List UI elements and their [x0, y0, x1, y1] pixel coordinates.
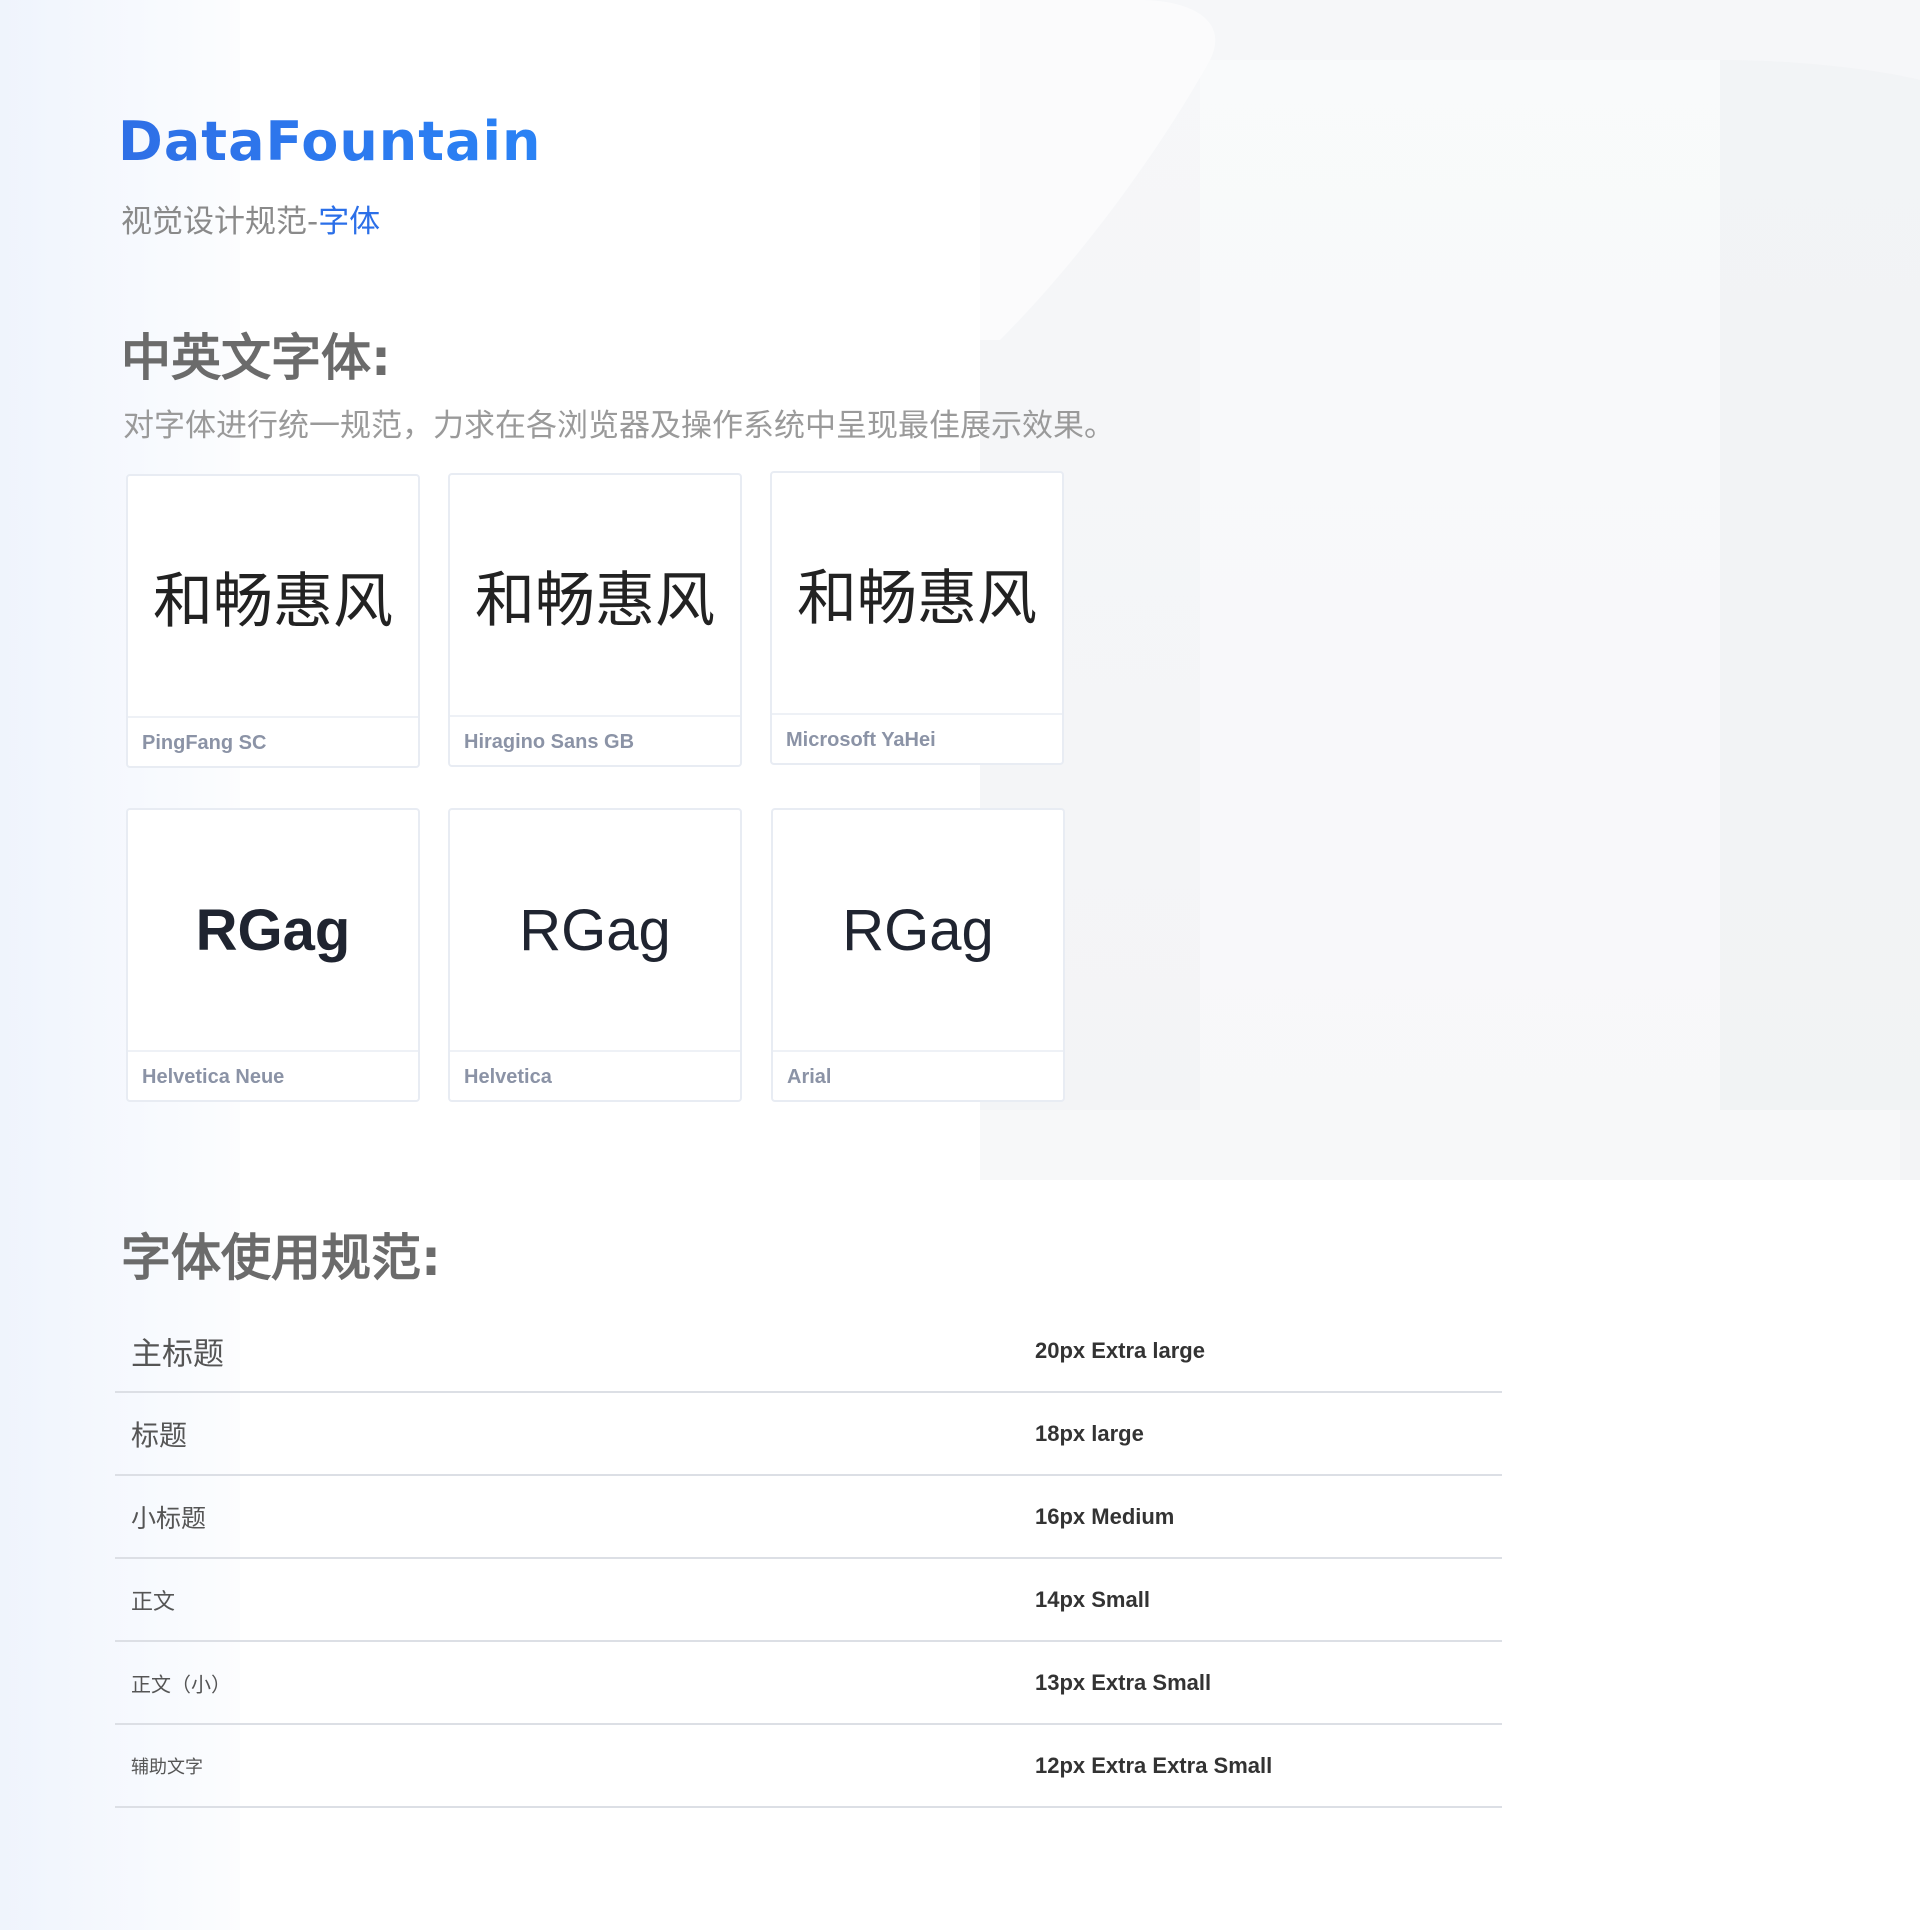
card-divider: [772, 713, 1062, 715]
table-row: 小标题 16px Medium: [115, 1476, 1502, 1559]
usage-size: 18px large: [1035, 1420, 1144, 1446]
card-divider: [128, 716, 418, 718]
font-sample: 和畅惠风: [475, 565, 715, 636]
table-row: 辅助文字 12px Extra Extra Small: [115, 1725, 1502, 1808]
table-row: 主标题 20px Extra large: [115, 1310, 1502, 1393]
fonts-section-description: 对字体进行统一规范，力求在各浏览器及操作系统中呈现最佳展示效果。: [123, 408, 1115, 444]
table-row: 正文 14px Small: [115, 1559, 1502, 1642]
usage-label: 主标题: [131, 1336, 224, 1372]
font-sample: 和畅惠风: [797, 563, 1037, 634]
font-card-yahei: 和畅惠风 Microsoft YaHei: [770, 471, 1064, 765]
usage-size: 12px Extra Extra Small: [1035, 1752, 1273, 1778]
usage-size: 20px Extra large: [1035, 1337, 1205, 1363]
font-usage-table: 主标题 20px Extra large 标题 18px large 小标题 1…: [115, 1310, 1502, 1808]
font-card-hiragino: 和畅惠风 Hiragino Sans GB: [448, 473, 742, 767]
font-sample: RGag: [195, 897, 351, 963]
font-sample: 和畅惠风: [153, 566, 393, 637]
usage-size: 14px Small: [1035, 1586, 1150, 1612]
usage-label: 正文: [131, 1589, 176, 1615]
usage-label: 正文（小）: [131, 1672, 231, 1696]
datafountain-logo: DataFountain: [118, 110, 542, 173]
font-name: Helvetica Neue: [142, 1066, 285, 1088]
font-name: Hiragino Sans GB: [464, 731, 635, 753]
usage-label: 标题: [131, 1418, 188, 1452]
font-sample: RGag: [519, 897, 671, 963]
card-divider: [450, 715, 740, 717]
card-divider: [450, 1050, 740, 1052]
fonts-section-title: 中英文字体:: [121, 329, 391, 387]
font-sample: RGag: [842, 897, 994, 963]
usage-section-title: 字体使用规范:: [121, 1229, 441, 1287]
usage-size: 16px Medium: [1035, 1503, 1175, 1529]
font-card-pingfang: 和畅惠风 PingFang SC: [126, 474, 420, 768]
page-subtitle: 视觉设计规范-字体: [121, 196, 380, 241]
subtitle-prefix: 视觉设计规范-: [121, 204, 319, 240]
font-name: Helvetica: [464, 1066, 552, 1088]
font-card-helvetica: RGag Helvetica: [448, 808, 742, 1102]
font-name: PingFang SC: [142, 732, 267, 754]
table-row: 标题 18px large: [115, 1393, 1502, 1476]
card-divider: [128, 1050, 418, 1052]
font-card-helvetica-neue: RGag Helvetica Neue: [126, 808, 420, 1102]
font-name: Arial: [787, 1066, 832, 1088]
usage-size: 13px Extra Small: [1035, 1669, 1212, 1695]
table-row: 正文（小） 13px Extra Small: [115, 1642, 1502, 1725]
usage-label: 小标题: [131, 1503, 207, 1533]
font-card-arial: RGag Arial: [771, 808, 1065, 1102]
subtitle-highlight: 字体: [318, 204, 381, 240]
usage-label: 辅助文字: [131, 1756, 203, 1778]
font-name: Microsoft YaHei: [786, 729, 936, 751]
card-divider: [773, 1050, 1063, 1052]
